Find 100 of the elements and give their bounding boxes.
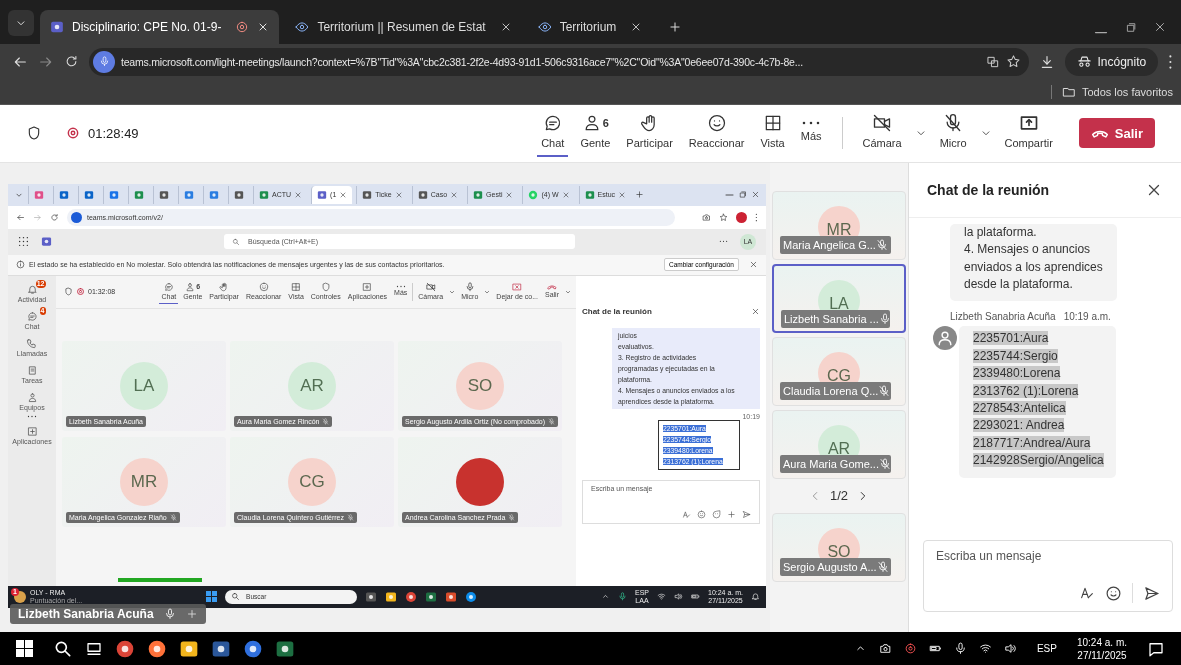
chat-button[interactable]: Chat	[537, 109, 569, 158]
app-icon	[417, 189, 428, 200]
tasks-icon	[26, 364, 38, 376]
sticker-icon[interactable]	[712, 509, 721, 519]
hand-button[interactable]: Participar	[622, 109, 677, 158]
app-icon[interactable]	[465, 590, 478, 603]
app-icon[interactable]	[405, 590, 418, 603]
app-icon[interactable]	[365, 590, 378, 603]
mic-off-button[interactable]: Micro	[935, 109, 971, 158]
clock-date[interactable]: 27/11/2025	[1077, 648, 1127, 662]
app-icon	[59, 189, 69, 200]
bookmark-star-icon[interactable]	[719, 212, 729, 222]
app-icon	[41, 236, 52, 248]
site-icon	[71, 211, 82, 223]
apps-icon[interactable]	[18, 236, 29, 248]
browser-tab[interactable]: Disciplinario: CPE No. 01-9-	[40, 9, 280, 44]
more-button[interactable]: Más	[796, 116, 826, 151]
app-icon[interactable]	[445, 590, 458, 603]
plus-icon[interactable]	[185, 607, 198, 620]
app-icon	[317, 189, 328, 200]
participant-tile[interactable]: CG Claudia Lorena Q...	[772, 336, 906, 406]
smiley-button[interactable]: Reaccionar	[684, 109, 749, 158]
bookmark-star-icon[interactable]	[1005, 54, 1021, 70]
share-button[interactable]: Compartir	[1000, 109, 1057, 158]
app-icon[interactable]	[425, 590, 438, 603]
restore-icon[interactable]	[1124, 20, 1137, 34]
app-icon[interactable]	[385, 590, 398, 603]
send-icon[interactable]	[742, 509, 751, 519]
search-icon	[231, 592, 241, 602]
close-icon[interactable]	[751, 307, 760, 317]
mic-icon	[953, 642, 967, 656]
new-tab-icon[interactable]	[668, 19, 683, 34]
wifi-icon	[657, 592, 666, 602]
new-tab-icon[interactable]	[635, 190, 645, 200]
initials-avatar: AR	[288, 361, 336, 410]
restore-icon[interactable]	[738, 190, 747, 200]
shield-icon	[64, 287, 73, 297]
mic-icon	[464, 281, 475, 292]
recording-icon	[66, 126, 80, 141]
app-icon[interactable]	[147, 638, 167, 659]
camera-off-button[interactable]: Cámara	[858, 109, 906, 158]
participant-tile[interactable]: LA Lizbeth Sanabria ...	[772, 263, 906, 333]
back-icon[interactable]	[16, 212, 25, 222]
incognito-button[interactable]: Incógnito	[1064, 47, 1159, 76]
camera-off-icon	[872, 113, 893, 134]
phone-icon	[547, 283, 557, 290]
grid-button[interactable]: Vista	[756, 109, 789, 158]
mic-icon	[98, 56, 110, 68]
translate-icon[interactable]	[985, 54, 1000, 69]
address-bar[interactable]: teams.microsoft.com/light-meetings/launch?context=%7B"Tid"%3A"cbc2c381-2f2e-4d93-91d1-506c9316ace7"%2C"Oid"%3A"0e6ee07d-390c-4c7b-8e...	[89, 47, 1029, 76]
plus-icon[interactable]	[727, 509, 736, 519]
browser-tab[interactable]: Territorium	[527, 9, 653, 44]
participant-tile[interactable]: SO Sergio Augusto A...	[772, 512, 906, 582]
participant-name: Lizbeth Sanabria ...	[781, 309, 890, 328]
participant-tile[interactable]: AR Aura Maria Gome...	[772, 409, 906, 479]
people-button[interactable]: 6 Gente	[576, 109, 615, 158]
menu-icon[interactable]	[755, 212, 758, 222]
app-icon[interactable]	[115, 638, 135, 659]
photo-placeholder	[456, 457, 504, 506]
clock-time[interactable]: 10:24 a. m.	[1076, 635, 1127, 649]
start-icon[interactable]	[206, 591, 218, 603]
language-code[interactable]: ESP	[1036, 643, 1057, 655]
app-icon	[584, 189, 595, 200]
incognito-icon	[1076, 54, 1092, 70]
smiley-icon	[706, 113, 727, 134]
smiley-icon	[258, 281, 269, 292]
mic-icon	[163, 607, 176, 620]
wifi-icon	[978, 642, 992, 656]
app-icon	[84, 189, 94, 200]
browser-tab[interactable]: Territorium || Resumen de Estat	[285, 9, 522, 44]
minimize-icon[interactable]	[1094, 30, 1108, 34]
presenter-name: Lizbeth Sanabria Acuña	[18, 606, 154, 621]
initials-avatar: CG	[288, 457, 336, 506]
emoji-icon[interactable]	[1105, 584, 1122, 602]
message-time: 10:19 a.m.	[1063, 311, 1111, 323]
bell-icon[interactable]	[751, 592, 760, 602]
app-icon	[209, 189, 219, 200]
participant-tile[interactable]: MR Maria Angelica G...	[772, 190, 906, 260]
leave-button[interactable]: Salir	[1078, 118, 1155, 149]
send-icon[interactable]	[1143, 584, 1160, 602]
people-icon	[26, 391, 38, 403]
meeting-timer: 01:28:49	[88, 125, 139, 141]
start-icon[interactable]	[16, 640, 33, 658]
info-icon	[16, 260, 25, 270]
app-icon	[134, 189, 144, 200]
more-icon[interactable]	[27, 414, 37, 418]
reload-icon[interactable]	[50, 212, 59, 222]
avatar-icon	[933, 326, 957, 351]
bookmarks-folder[interactable]: Todos los favoritos	[1050, 84, 1173, 99]
participant-name: Aura Maria Gome...	[780, 454, 891, 473]
profile-avatar[interactable]	[736, 211, 748, 223]
shield-icon	[320, 281, 331, 292]
menu-icon[interactable]	[1168, 53, 1173, 70]
app-icon[interactable]	[243, 638, 263, 659]
message-field[interactable]: Escriba un mensaje	[923, 540, 1173, 613]
chat-icon	[163, 281, 174, 292]
stop-sharing-icon	[512, 281, 523, 292]
initials-avatar: LA	[120, 361, 168, 410]
tab-title: Territorium || Resumen de Estat	[317, 19, 486, 34]
app-icon	[473, 189, 484, 200]
